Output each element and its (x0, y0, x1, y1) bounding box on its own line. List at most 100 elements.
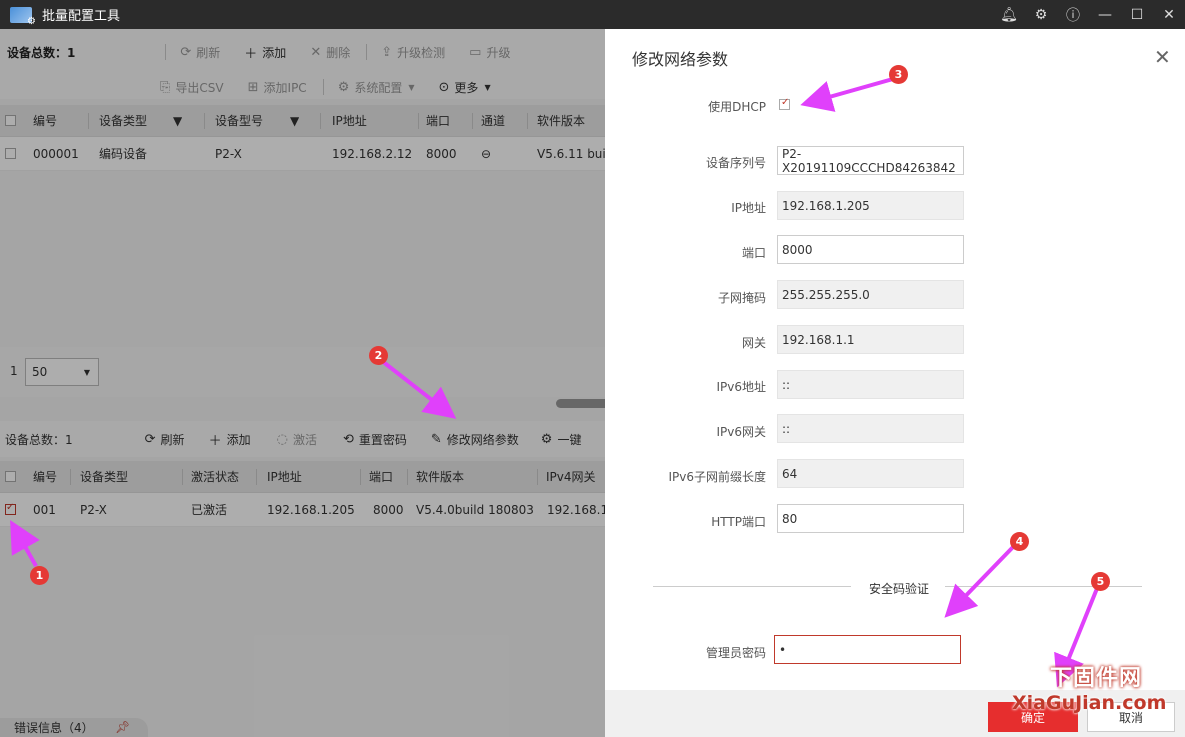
upper-grid-header: 编号 设备类型 ▼ 设备型号 ▼ IP地址 端口 通道 软件版本 (0, 105, 605, 137)
table-row[interactable]: 000001 编码设备 P2-X 192.168.2.12 8000 ⊖ V5.… (0, 137, 617, 171)
col-header[interactable]: 激活状态 (191, 461, 239, 492)
edit-network-button[interactable]: ✎ 修改网络参数 (431, 431, 519, 448)
upper-refresh-button[interactable]: ⟳ 刷新 (180, 44, 220, 61)
col-header[interactable]: 端口 (369, 461, 393, 492)
title-bar: 批量配置工具 🔔︎ ⚙ ⓘ — ☐ ✕ (0, 0, 1185, 29)
cell-gateway: 192.168.1.1 (547, 502, 605, 517)
ipv6-address-field[interactable]: :: (777, 370, 964, 399)
field-label: IPv6地址 (716, 380, 766, 394)
more-button[interactable]: ⊙ 更多 ▼ (439, 79, 491, 96)
table-row[interactable]: 001 P2-X 已激活 192.168.1.205 8000 V5.4.0bu… (0, 493, 605, 527)
maximize-button[interactable]: ☐ (1121, 7, 1153, 23)
cell-no: 000001 (33, 146, 79, 161)
filter-icon[interactable]: ▼ (290, 105, 299, 136)
channel-icon[interactable]: ⊖ (481, 137, 491, 170)
security-section-title: 安全码验证 (869, 582, 930, 596)
field-label: 端口 (741, 246, 766, 260)
lower-select-all-checkbox[interactable] (5, 471, 16, 482)
settings-icon: ⚙ (540, 431, 553, 447)
http-port-field[interactable]: 80 (777, 504, 964, 533)
col-header[interactable]: 软件版本 (416, 461, 464, 492)
port-field[interactable]: 8000 (777, 235, 964, 264)
system-config-button[interactable]: ⚙ 系统配置 ▼ (338, 79, 415, 96)
page-size-select[interactable]: 50 ▼ (25, 358, 99, 386)
cell-port: 8000 (373, 502, 404, 517)
col-header[interactable]: IP地址 (267, 461, 302, 492)
export-icon: ⎘ (160, 79, 171, 95)
gateway-field[interactable]: 192.168.1.1 (777, 325, 964, 354)
info-icon[interactable]: ⓘ (1057, 5, 1089, 25)
gear-icon[interactable]: ⚙ (1025, 7, 1057, 23)
upper-device-count: 设备总数：1 (7, 45, 76, 60)
dhcp-checkbox[interactable] (779, 97, 790, 110)
upper-delete-button[interactable]: ✕ 删除 (310, 44, 350, 61)
watermark-line1: 下固件网 (1050, 666, 1143, 691)
col-header[interactable]: 设备类型 (99, 105, 147, 136)
cell-version: V5.4.0build 180803 (416, 502, 534, 517)
row-checkbox[interactable] (5, 502, 16, 515)
col-header[interactable]: IP地址 (332, 105, 367, 136)
window-controls: 🔔︎ ⚙ ⓘ — ☐ ✕ (993, 0, 1185, 29)
subnet-mask-field[interactable]: 255.255.255.0 (777, 280, 964, 309)
error-info-tab[interactable]: 错误信息（4） 📌︎ (0, 718, 148, 737)
col-header[interactable]: 编号 (33, 105, 57, 136)
add-ipc-icon: ⊞ (247, 79, 259, 95)
col-header[interactable]: IPv4网关 (546, 461, 596, 492)
admin-password-field[interactable]: • (774, 635, 961, 664)
one-click-button[interactable]: ⚙ 一键 (541, 431, 582, 448)
ipv6-gateway-field[interactable]: :: (777, 414, 964, 443)
upgrade-check-button[interactable]: ⇪ 升级检测 (381, 44, 445, 61)
cell-type: 编码设备 (99, 147, 148, 161)
activate-icon: ◌ (276, 431, 288, 447)
lower-refresh-button[interactable]: ⟳ 刷新 (145, 431, 185, 448)
lower-toolbar: 设备总数：1 ⟳ 刷新 ＋添加 ◌ 激活 ⟲ 重置密码 ✎ 修改网络参数 ⚙ 一键 (0, 421, 605, 457)
activate-button[interactable]: ◌ 激活 (277, 431, 317, 448)
row-checkbox[interactable] (5, 148, 16, 159)
reset-password-icon: ⟲ (342, 431, 354, 447)
plus-icon: ＋ (244, 46, 258, 62)
lower-add-button[interactable]: ＋添加 (209, 430, 251, 449)
pager: 1 50 ▼ (0, 347, 605, 397)
bell-icon[interactable]: 🔔︎ (993, 7, 1025, 23)
col-header[interactable]: 编号 (33, 461, 57, 492)
annotation-badge: 5 (1091, 572, 1110, 591)
cell-type: P2-X (80, 502, 107, 517)
settings-icon: ⚙ (337, 79, 350, 95)
upgrade-button[interactable]: ▭ 升级 (469, 44, 510, 61)
dhcp-label: 使用DHCP (708, 100, 766, 114)
divider (653, 586, 851, 587)
more-icon: ⊙ (438, 79, 450, 95)
close-icon[interactable]: ✕ (1154, 45, 1171, 69)
upper-toolbar: 设备总数：1 ⟳ 刷新 ＋添加 ✕ 删除 ⇪ 升级检测 ▭ 升级 ⎘ 导出CSV ⊞ 添加I… (0, 29, 605, 99)
col-header[interactable]: 端口 (426, 105, 450, 136)
col-header[interactable]: 设备型号 (215, 105, 263, 136)
col-header[interactable]: 设备类型 (80, 461, 128, 492)
reset-password-button[interactable]: ⟲ 重置密码 (343, 431, 407, 448)
pin-icon[interactable]: 📌︎ (115, 720, 130, 734)
field-label: 子网掩码 (717, 291, 766, 305)
add-ipc-button[interactable]: ⊞ 添加IPC (248, 79, 307, 96)
field-label: 设备序列号 (705, 156, 766, 170)
ip-address-field[interactable]: 192.168.1.205 (777, 191, 964, 220)
close-window-button[interactable]: ✕ (1153, 7, 1185, 23)
col-header[interactable]: 通道 (481, 105, 505, 136)
annotation-badge: 2 (369, 346, 388, 365)
export-csv-button[interactable]: ⎘ 导出CSV (160, 79, 224, 96)
main-area: 设备总数：1 ⟳ 刷新 ＋添加 ✕ 删除 ⇪ 升级检测 ▭ 升级 ⎘ 导出CSV ⊞ 添加I… (0, 29, 617, 737)
splitter-handle[interactable] (556, 399, 605, 408)
page-number[interactable]: 1 (10, 364, 18, 378)
minimize-button[interactable]: — (1089, 7, 1121, 23)
ipv6-prefix-field[interactable]: 64 (777, 459, 964, 488)
upper-add-button[interactable]: ＋添加 (244, 43, 286, 62)
cell-port: 8000 (426, 146, 457, 161)
watermark-line2: XiaGuJian.com (1012, 692, 1167, 714)
col-header[interactable]: 软件版本 (537, 105, 585, 136)
field-label: HTTP端口 (711, 515, 766, 529)
edit-network-dialog: 修改网络参数 ✕ 使用DHCP 设备序列号 P2-X20191109CCCHD8… (605, 29, 1185, 737)
cell-ip: 192.168.1.205 (267, 502, 355, 517)
serial-number-field[interactable]: P2-X20191109CCCHD84263842 (777, 146, 964, 175)
plus-icon: ＋ (208, 433, 222, 449)
filter-icon[interactable]: ▼ (173, 105, 182, 136)
upgrade-check-icon: ⇪ (381, 44, 393, 60)
upper-select-all-checkbox[interactable] (5, 115, 16, 126)
